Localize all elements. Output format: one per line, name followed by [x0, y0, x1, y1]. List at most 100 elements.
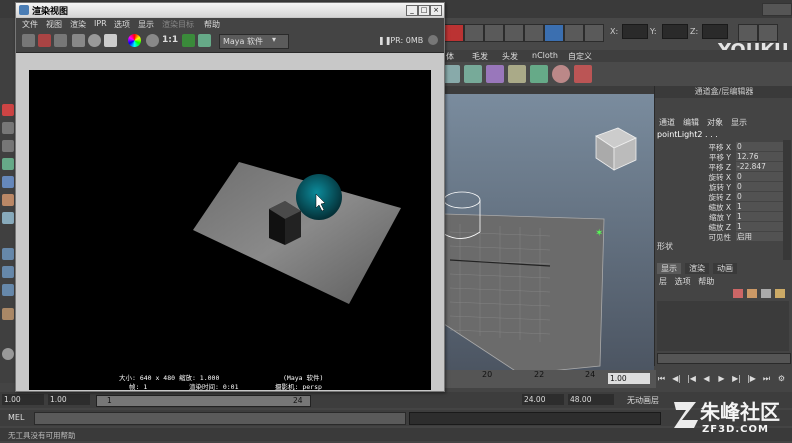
mel-input[interactable] [34, 412, 406, 425]
close-icon[interactable]: × [430, 5, 442, 16]
step-forward-key-icon[interactable]: |▶ [746, 372, 757, 385]
layer-color-icon[interactable] [775, 289, 785, 298]
select-tool-icon[interactable] [2, 104, 14, 116]
coord-y-field[interactable] [662, 24, 688, 39]
new-layer-selected-icon[interactable] [747, 289, 757, 298]
attr-value[interactable]: 0 [736, 172, 785, 181]
paint-select-icon[interactable] [2, 140, 14, 152]
menu-file[interactable]: 文件 [22, 19, 38, 30]
shelf-tab[interactable]: 体 [446, 51, 454, 62]
graph-icon[interactable] [2, 348, 14, 360]
menu-ipr[interactable]: IPR [94, 19, 107, 28]
step-back-icon[interactable]: |◀ [686, 372, 697, 385]
start-time-field[interactable]: 1.00 [2, 394, 44, 405]
node-name[interactable]: pointLight2 . . . [657, 130, 718, 139]
hypershade-icon[interactable] [544, 24, 564, 42]
attr-row[interactable]: 平移 Y 12.76 [657, 152, 785, 162]
menu-help[interactable]: 帮助 [204, 19, 220, 30]
attr-value[interactable]: 12.76 [736, 152, 785, 161]
maximize-icon[interactable]: □ [418, 5, 430, 16]
texture-icon[interactable] [508, 65, 526, 83]
attr-value[interactable]: 1 [736, 202, 785, 211]
view-cube-icon[interactable] [595, 127, 637, 171]
perspective-viewport[interactable]: ✶ [440, 94, 654, 370]
menu-options[interactable]: 选项 [114, 19, 130, 30]
cb-menu-channels[interactable]: 通道 [659, 117, 675, 128]
attr-value[interactable]: 0 [736, 182, 785, 191]
ratio-label[interactable]: 1:1 [162, 35, 178, 45]
minimize-icon[interactable]: _ [406, 5, 418, 16]
play-backward-icon[interactable]: ◀ [701, 372, 712, 385]
attr-value[interactable]: -22.847 [736, 162, 785, 171]
redo-render-icon[interactable] [22, 34, 35, 47]
end-time-field[interactable]: 48.00 [568, 394, 614, 405]
point-light-icon[interactable]: ✶ [595, 228, 603, 239]
menu-view[interactable]: 视图 [46, 19, 62, 30]
step-forward-icon[interactable]: ▶| [731, 372, 742, 385]
shader-icon[interactable] [530, 65, 548, 83]
rgb-channel-icon[interactable] [128, 34, 141, 47]
rotate-tool-icon[interactable] [2, 176, 14, 188]
layer-menu-layers[interactable]: 层 [659, 277, 667, 286]
range-slider[interactable]: 1 24 [96, 395, 311, 407]
layout-two-icon[interactable] [2, 284, 14, 296]
attr-value[interactable]: 1 [736, 222, 785, 231]
snap-icon[interactable] [444, 24, 464, 42]
camera-icon[interactable] [464, 65, 482, 83]
anim-layer-label[interactable]: 无动画层 [627, 395, 659, 406]
paint-icon[interactable] [574, 65, 592, 83]
playback-start-field[interactable]: 1.00 [48, 394, 90, 405]
render-settings-icon[interactable] [524, 24, 544, 42]
attr-row[interactable]: 缩放 X1 [657, 202, 785, 212]
attr-row[interactable]: 平移 Z -22.847 [657, 162, 785, 172]
move-tool-icon[interactable] [2, 158, 14, 170]
anim-prefs-icon[interactable]: ⚙ [776, 372, 787, 385]
coord-z-field[interactable] [702, 24, 728, 39]
chevron-down-icon[interactable]: ▾ [272, 35, 276, 44]
new-layer-icon[interactable] [733, 289, 743, 298]
material-icon[interactable] [486, 65, 504, 83]
alpha-channel-icon[interactable] [146, 34, 159, 47]
layer-tab-render[interactable]: 渲染 [685, 263, 709, 274]
ipr-icon[interactable] [504, 24, 524, 42]
cb-menu-show[interactable]: 显示 [731, 117, 747, 128]
shelf-tab[interactable]: 毛发 [472, 51, 488, 62]
sphere-render-icon[interactable] [552, 65, 570, 83]
shelf-tab[interactable]: 自定义 [568, 51, 592, 62]
refresh-icon[interactable] [88, 34, 101, 47]
display-real-size-icon[interactable] [182, 34, 195, 47]
attr-value[interactable]: 1 [736, 212, 785, 221]
manipulator-icon[interactable] [2, 212, 14, 224]
playback-end-field[interactable]: 24.00 [522, 394, 564, 405]
stop-icon[interactable] [428, 35, 438, 45]
coord-x-field[interactable] [622, 24, 648, 39]
shapes-section[interactable]: 形状 [657, 241, 673, 252]
channel-scrollbar[interactable] [783, 140, 791, 260]
render-canvas[interactable] [29, 70, 431, 370]
layout-single-icon[interactable] [2, 248, 14, 260]
layer-menu-options[interactable]: 选项 [675, 277, 691, 286]
menu-render-target[interactable]: 渲染目标 [162, 19, 194, 30]
cb-menu-edit[interactable]: 编辑 [683, 117, 699, 128]
absolute-icon[interactable] [584, 24, 604, 42]
window-controls[interactable] [762, 3, 792, 16]
snapshot-icon[interactable] [54, 34, 67, 47]
renderer-select[interactable]: Maya 软件 [219, 34, 289, 49]
scale-tool-icon[interactable] [2, 194, 14, 206]
layer-option-icon[interactable] [761, 289, 771, 298]
render-icon[interactable] [484, 24, 504, 42]
transform-icon[interactable] [564, 24, 584, 42]
attr-row[interactable]: 平移 X0 [657, 142, 785, 152]
cb-menu-object[interactable]: 对象 [707, 117, 723, 128]
render-window-titlebar[interactable]: 渲染视图 _ □ × [16, 3, 444, 17]
shelf-tab[interactable]: 头发 [502, 51, 518, 62]
mel-label[interactable]: MEL [8, 413, 24, 422]
lasso-tool-icon[interactable] [2, 122, 14, 134]
go-to-end-icon[interactable]: ⏭ [761, 372, 772, 385]
shelf-tab[interactable]: nCloth [532, 51, 558, 60]
layer-list[interactable] [657, 301, 789, 351]
current-frame-field[interactable]: 1.00 [608, 373, 650, 384]
magnet-icon[interactable] [464, 24, 484, 42]
attr-value[interactable]: 启用 [736, 232, 785, 241]
attr-row[interactable]: 旋转 X0 [657, 172, 785, 182]
